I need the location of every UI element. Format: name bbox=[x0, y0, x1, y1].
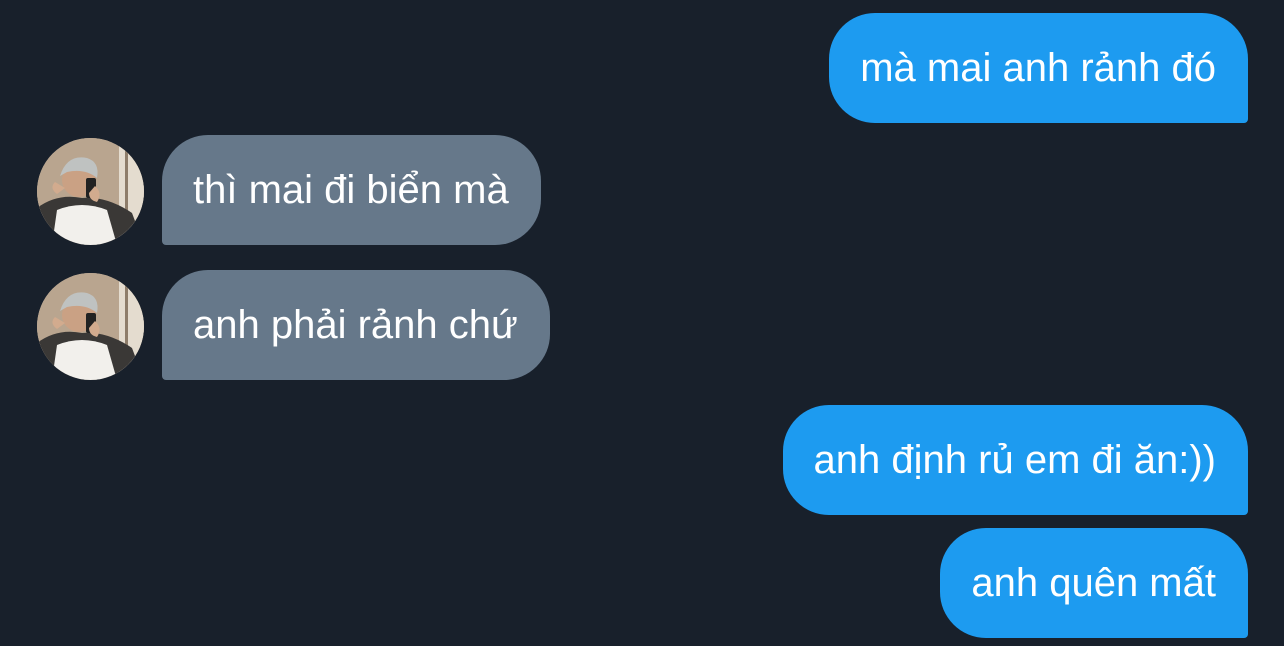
incoming-message-bubble[interactable]: anh phải rảnh chứ bbox=[162, 270, 550, 380]
message-text: thì mai đi biển mà bbox=[193, 168, 509, 212]
contact-avatar[interactable] bbox=[37, 273, 144, 380]
message-text: anh định rủ em đi ăn:)) bbox=[813, 438, 1216, 482]
outgoing-message-bubble[interactable]: anh định rủ em đi ăn:)) bbox=[782, 405, 1248, 515]
message-text: anh quên mất bbox=[971, 561, 1216, 605]
message-text: anh phải rảnh chứ bbox=[193, 303, 518, 347]
avatar-photo-icon bbox=[37, 273, 144, 380]
outgoing-message-bubble[interactable]: anh quên mất bbox=[940, 528, 1248, 638]
outgoing-message-bubble[interactable]: mà mai anh rảnh đó bbox=[829, 13, 1248, 123]
contact-avatar[interactable] bbox=[37, 138, 144, 245]
incoming-message-bubble[interactable]: thì mai đi biển mà bbox=[162, 135, 541, 245]
avatar-photo-icon bbox=[37, 138, 144, 245]
message-text: mà mai anh rảnh đó bbox=[860, 46, 1216, 90]
